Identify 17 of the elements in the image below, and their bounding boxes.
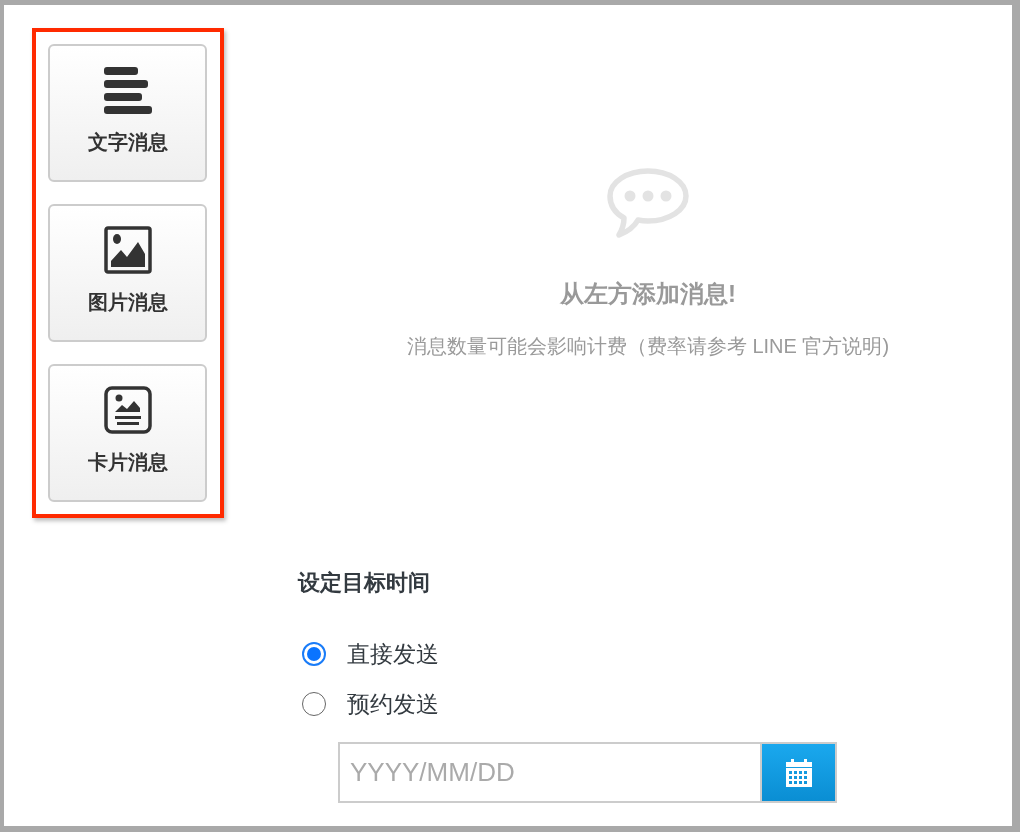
calendar-icon xyxy=(785,758,812,787)
empty-state-title: 从左方添加消息! xyxy=(560,279,736,309)
radio-label[interactable]: 预约发送 xyxy=(347,688,439,720)
chat-bubble-icon xyxy=(607,168,689,238)
radio-button[interactable] xyxy=(302,692,326,716)
radio-label[interactable]: 直接发送 xyxy=(347,638,439,670)
message-type-button[interactable]: 文字消息 xyxy=(48,44,207,182)
section-heading: 设定目标时间 xyxy=(298,569,431,597)
message-type-button[interactable]: 卡片消息 xyxy=(48,364,207,502)
text-lines-icon xyxy=(103,66,152,114)
message-type-button[interactable]: 图片消息 xyxy=(48,204,207,342)
calendar-button[interactable] xyxy=(760,742,837,803)
picture-card-icon xyxy=(103,386,152,434)
date-field[interactable]: YYYY/MM/DD xyxy=(338,742,760,803)
empty-state-note: 消息数量可能会影响计费（费率请参考 LINE 官方说明) xyxy=(406,334,890,359)
image-icon xyxy=(103,226,152,274)
radio-button[interactable] xyxy=(302,642,326,666)
